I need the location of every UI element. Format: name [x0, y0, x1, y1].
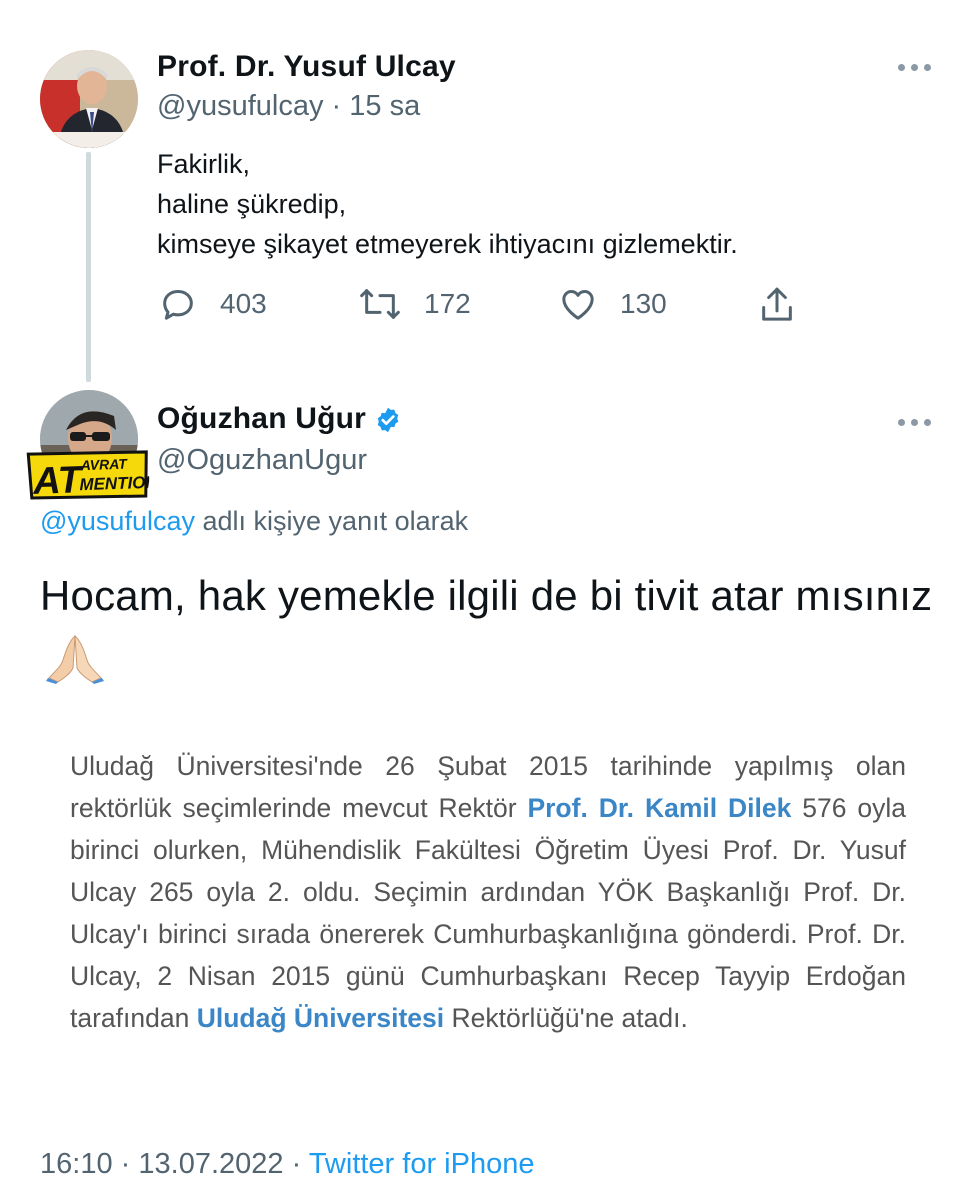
clip-highlight: Uludağ Üniversitesi [196, 1003, 445, 1033]
tweet-body: Fakirlik, haline şükredip, kimseye şikay… [157, 144, 738, 264]
separator-dot: · [291, 1148, 302, 1180]
author-handle-line: @yusufulcay · 15 sa [157, 90, 420, 123]
reply-icon [163, 290, 193, 320]
clip-highlight: Prof. Dr. Kamil Dilek [527, 793, 792, 823]
reply-button[interactable]: 403 [158, 284, 267, 324]
avatar[interactable] [40, 50, 138, 148]
separator-dot: · [120, 1148, 131, 1180]
badge-big-text: AT [32, 459, 85, 502]
reply-count: 403 [220, 288, 267, 319]
like-count: 130 [620, 288, 667, 319]
reply-to-handle-link[interactable]: @yusufulcay [40, 506, 195, 536]
share-button[interactable] [757, 284, 797, 331]
share-icon [762, 287, 792, 321]
tweet-meta: 16:10 · 13.07.2022 · Twitter for iPhone [40, 1148, 534, 1181]
folded-hands-emoji-icon [46, 634, 104, 684]
tweet-time[interactable]: 16:10 [40, 1148, 113, 1180]
author-name[interactable]: Oğuzhan Uğur [157, 402, 366, 435]
verified-badge-icon [377, 407, 399, 433]
like-icon [562, 290, 594, 320]
tweet-source-link[interactable]: Twitter for iPhone [309, 1148, 535, 1180]
badge-bottom-text: MENTION [79, 473, 150, 495]
tweet-line: Fakirlik, [157, 149, 250, 179]
tweet-text: Hocam, hak yemekle ilgili de bi tivit at… [40, 572, 933, 619]
tweet-date[interactable]: 13.07.2022 [138, 1148, 283, 1180]
thread-connector-line [86, 152, 91, 382]
more-icon[interactable] [898, 60, 938, 74]
retweet-button[interactable]: 172 [358, 284, 471, 324]
retweet-count: 172 [424, 288, 471, 319]
tweet-line: haline şükredip, [157, 189, 347, 219]
clip-text: Rektörlüğü'ne atadı. [451, 1003, 688, 1033]
separator-dot: · [331, 90, 342, 122]
tweet-main-text: Hocam, hak yemekle ilgili de bi tivit at… [40, 566, 940, 686]
clip-text: 576 oyla birinci olurken, Mühendislik Fa… [70, 793, 906, 1033]
tweet-line: kimseye şikayet etmeyerek ihtiyacını giz… [157, 229, 738, 259]
author-handle[interactable]: @OguzhanUgur [157, 444, 367, 477]
retweet-icon [360, 289, 400, 319]
author-name-row: Oğuzhan Uğur [157, 402, 402, 436]
timestamp[interactable]: 15 sa [349, 90, 420, 122]
like-button[interactable]: 130 [558, 284, 667, 324]
reply-to-suffix: adlı kişiye yanıt olarak [202, 506, 469, 536]
author-handle[interactable]: @yusufulcay [157, 90, 323, 122]
more-icon[interactable] [898, 415, 938, 429]
replying-to: @yusufulcay adlı kişiye yanıt olarak [40, 506, 468, 537]
author-name[interactable]: Prof. Dr. Yusuf Ulcay [157, 50, 456, 84]
at-avrat-mention-badge: AT AVRAT MENTION [26, 446, 159, 503]
badge-top-text: AVRAT [79, 456, 128, 474]
news-clipping-image: Uludağ Üniversitesi'nde 26 Şubat 2015 ta… [70, 745, 906, 1039]
